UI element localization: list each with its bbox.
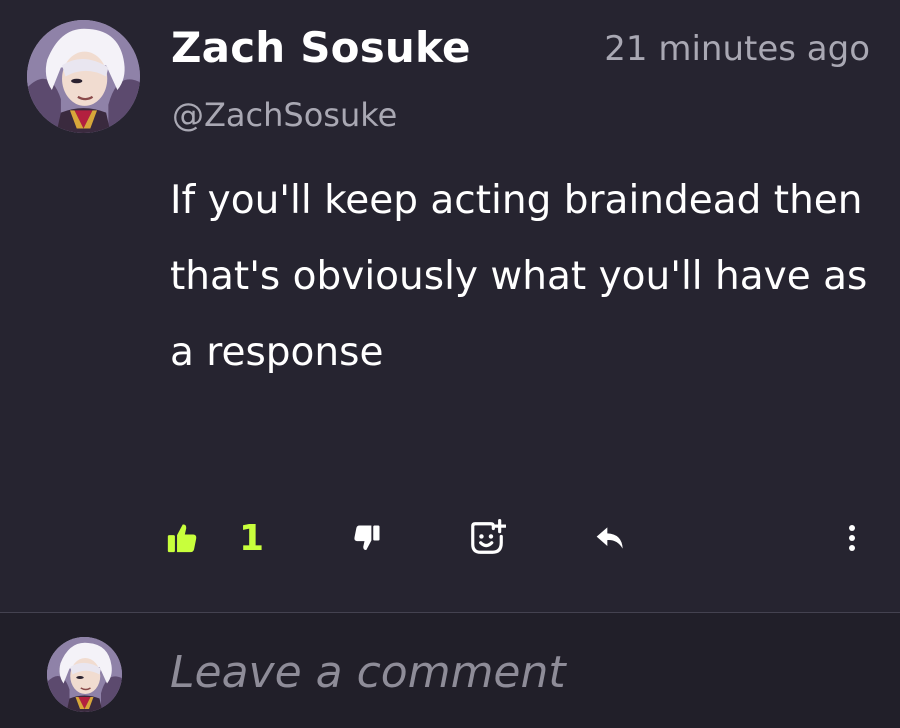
add-reaction-button[interactable] (461, 510, 513, 566)
comment-timestamp: 21 minutes ago (604, 29, 870, 69)
reply-button[interactable] (588, 510, 632, 566)
like-button[interactable]: 1 (165, 510, 285, 566)
author-handle[interactable]: @ZachSosuke (172, 95, 397, 135)
avatar-image (47, 637, 122, 712)
thumbs-down-icon (354, 525, 380, 550)
thumbs-up-icon (167, 524, 197, 553)
comment-input[interactable] (170, 641, 870, 703)
dislike-button[interactable] (345, 510, 389, 566)
add-reaction-icon (471, 519, 506, 554)
current-user-avatar (47, 637, 122, 712)
comment-actions: 1 (0, 510, 900, 566)
comment-composer (0, 613, 900, 728)
like-count: 1 (239, 517, 265, 559)
comment-body: If you'll keep acting braindead then tha… (170, 178, 868, 375)
more-options-button[interactable] (836, 510, 868, 566)
comment-view: Zach Sosuke 21 minutes ago @ZachSosuke I… (0, 0, 900, 728)
avatar-image (27, 20, 140, 133)
author-avatar[interactable] (27, 20, 140, 133)
more-vertical-icon (849, 525, 855, 551)
author-name[interactable]: Zach Sosuke (171, 22, 471, 74)
reply-icon (596, 527, 623, 549)
